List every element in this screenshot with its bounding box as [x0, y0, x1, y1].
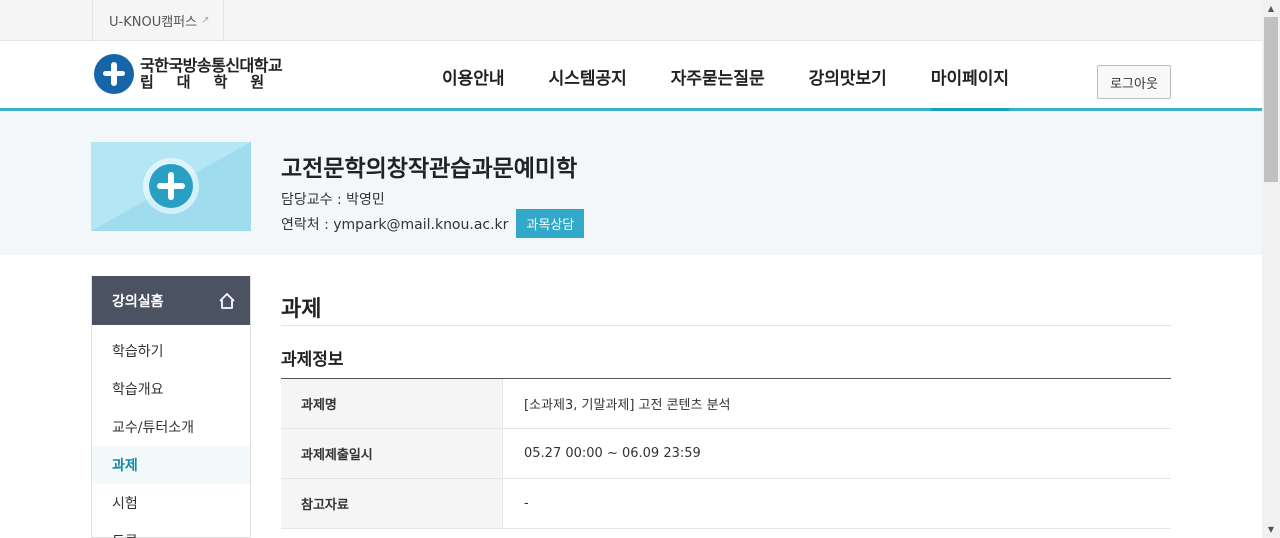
scroll-down-arrow-icon[interactable]: ▼ — [1262, 521, 1280, 538]
course-sidebar: 강의실홈 학습하기 학습개요 교수/튜터소개 과제 시험 토론 — [91, 276, 251, 538]
logo-text: 국한국방송통신대학교 립대학원 — [140, 57, 287, 91]
page-scrollbar[interactable]: ▲ ▼ — [1262, 0, 1280, 538]
logo-line2: 립대학원 — [140, 73, 288, 91]
external-link-icon: ↗ — [201, 15, 210, 26]
section-title: 과제정보 — [281, 350, 344, 370]
page-title: 과제 — [281, 297, 322, 322]
table-row: 과제명 [소과제3, 기말과제] 고전 콘텐츠 분석 — [281, 379, 1171, 429]
nav-mypage[interactable]: 마이페이지 — [909, 41, 1031, 111]
sidebar-item-study[interactable]: 학습하기 — [92, 332, 250, 370]
site-header: 국한국방송통신대학교 립대학원 이용안내 시스템공지 자주묻는질문 강의맛보기 … — [0, 41, 1262, 111]
nav-faq[interactable]: 자주묻는질문 — [649, 41, 787, 111]
assignment-info-table: 과제명 [소과제3, 기말과제] 고전 콘텐츠 분석 과제제출일시 05.27 … — [281, 379, 1171, 529]
scroll-up-arrow-icon[interactable]: ▲ — [1262, 0, 1280, 17]
row-label: 참고자료 — [281, 479, 503, 528]
university-logo[interactable]: 국한국방송통신대학교 립대학원 — [94, 51, 334, 97]
scroll-thumb[interactable] — [1264, 17, 1278, 182]
sidebar-item-overview[interactable]: 학습개요 — [92, 370, 250, 408]
sidebar-menu: 학습하기 학습개요 교수/튜터소개 과제 시험 토론 — [92, 325, 250, 538]
utility-bar: U-KNOU캠퍼스 ↗ — [0, 0, 1262, 41]
campus-link-label: U-KNOU캠퍼스 — [109, 15, 198, 30]
sidebar-home[interactable]: 강의실홈 — [92, 276, 250, 325]
table-row: 참고자료 - — [281, 479, 1171, 529]
title-divider — [281, 325, 1171, 326]
professor-info: 담당교수 : 박영민 — [281, 192, 385, 208]
logout-button[interactable]: 로그아웃 — [1097, 65, 1171, 99]
main-nav: 이용안내 시스템공지 자주묻는질문 강의맛보기 마이페이지 — [420, 41, 1031, 111]
sidebar-item-discussion[interactable]: 토론 — [92, 522, 250, 538]
nav-lecture-preview[interactable]: 강의맛보기 — [787, 41, 909, 111]
sidebar-item-assignment[interactable]: 과제 — [92, 446, 250, 484]
campus-link[interactable]: U-KNOU캠퍼스 ↗ — [92, 0, 225, 41]
course-title: 고전문학의창작관습과문예미학 — [281, 156, 578, 182]
logo-emblem-icon — [94, 54, 134, 94]
row-value: [소과제3, 기말과제] 고전 콘텐츠 분석 — [524, 398, 731, 413]
course-thumbnail — [91, 142, 251, 231]
thumbnail-graphic — [91, 142, 251, 231]
table-row: 과제제출일시 05.27 00:00 ~ 06.09 23:59 — [281, 429, 1171, 479]
contact-info: 연락처 : ympark@mail.knou.ac.kr 과목상담 — [281, 209, 585, 238]
contact-email: 연락처 : ympark@mail.knou.ac.kr — [281, 216, 509, 233]
home-icon — [219, 292, 235, 309]
row-label: 과제제출일시 — [281, 429, 503, 478]
nav-system-notice[interactable]: 시스템공지 — [527, 41, 649, 111]
logo-line1: 국한국방송통신대학교 — [140, 56, 283, 75]
row-value: - — [524, 496, 529, 511]
row-label: 과제명 — [281, 379, 503, 428]
sidebar-item-professor[interactable]: 교수/튜터소개 — [92, 408, 250, 446]
nav-guide[interactable]: 이용안내 — [420, 41, 527, 111]
sidebar-home-label: 강의실홈 — [112, 293, 164, 310]
consult-button[interactable]: 과목상담 — [516, 209, 585, 238]
row-value: 05.27 00:00 ~ 06.09 23:59 — [524, 446, 701, 461]
sidebar-item-exam[interactable]: 시험 — [92, 484, 250, 522]
course-banner: 고전문학의창작관습과문예미학 담당교수 : 박영민 연락처 : ympark@m… — [0, 111, 1262, 255]
